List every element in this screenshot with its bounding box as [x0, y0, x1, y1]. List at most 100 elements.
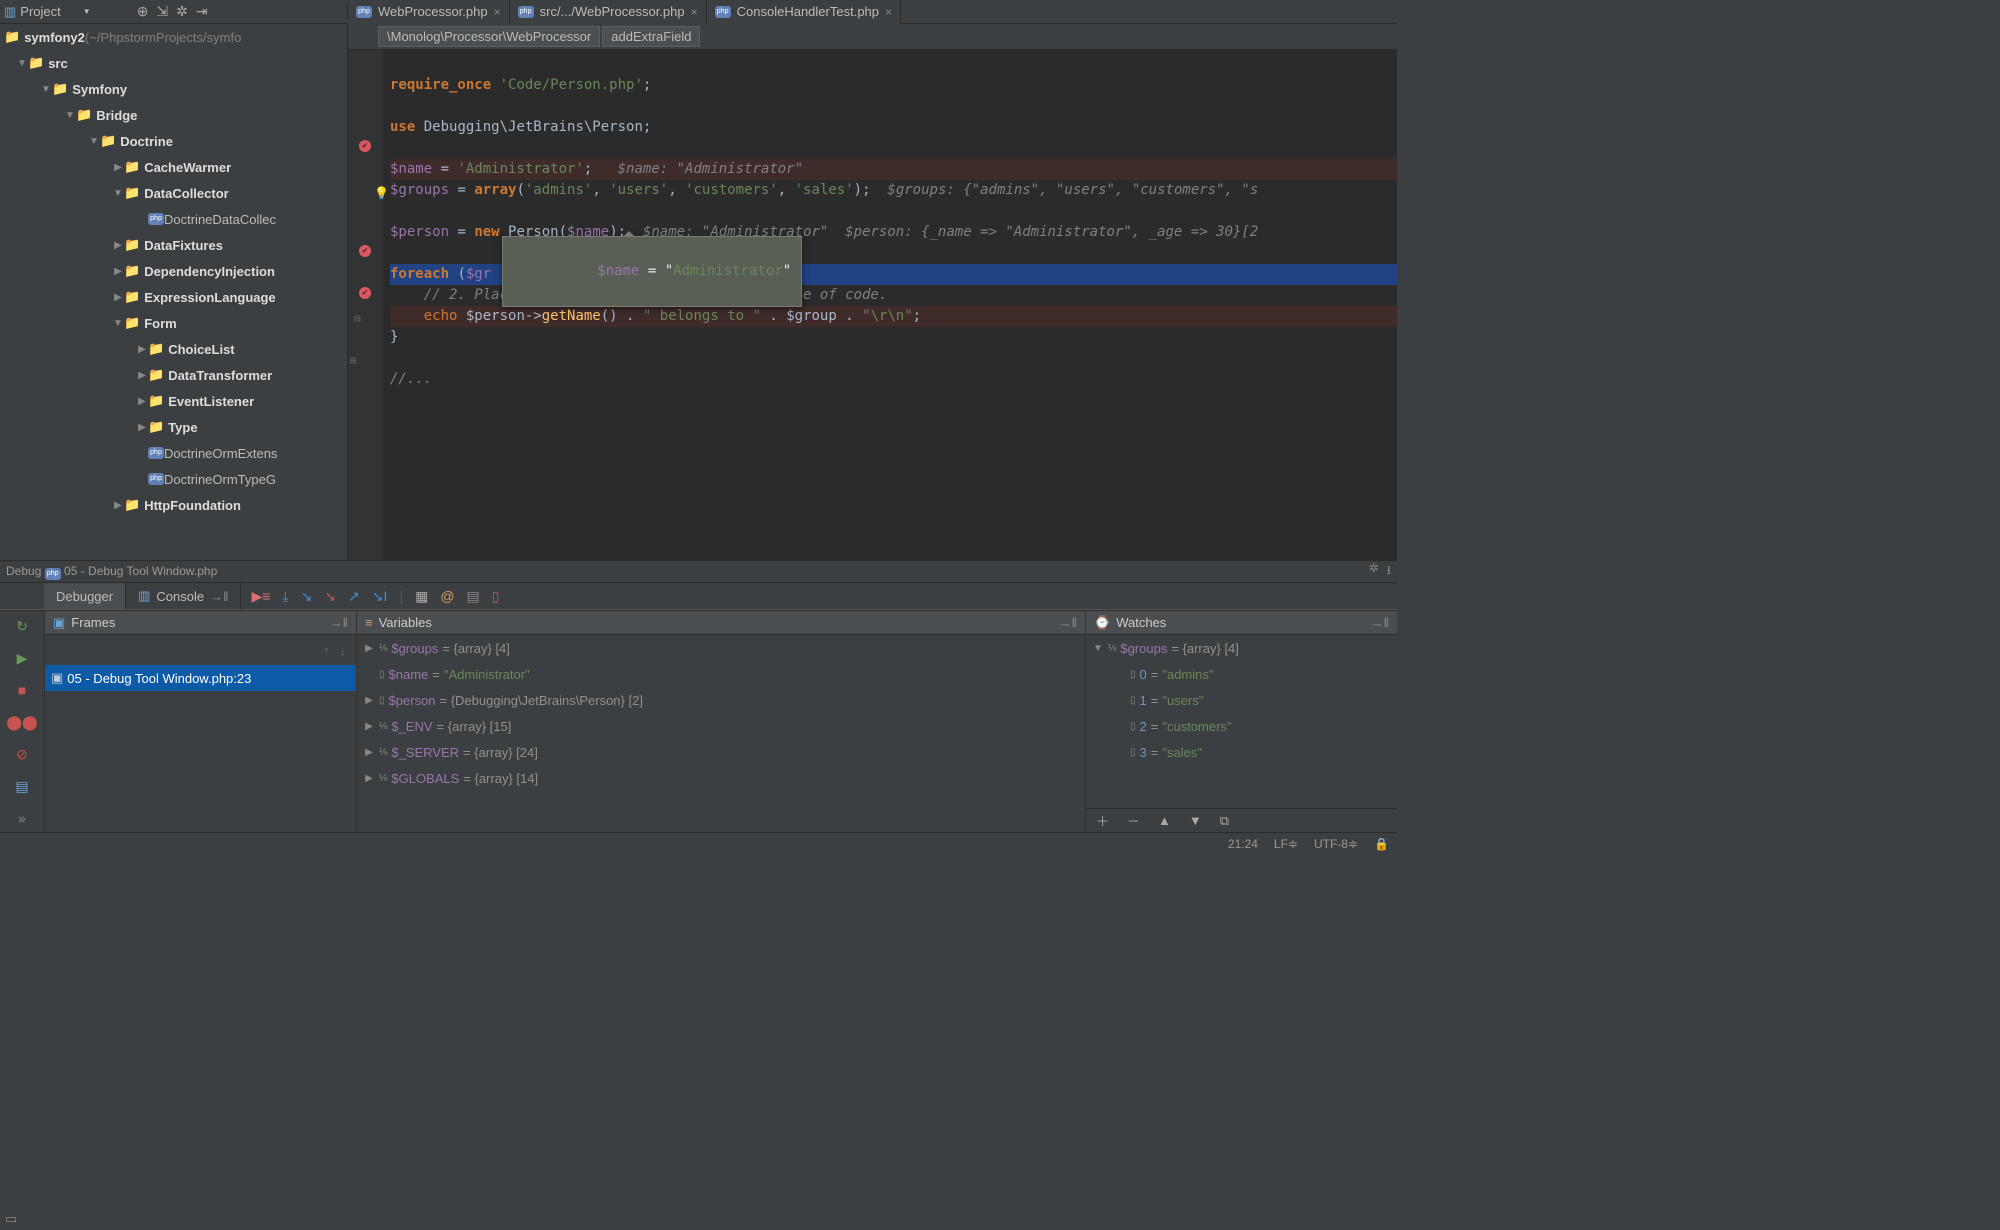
watch-item[interactable]: ▯ 0 = "admins" [1086, 661, 1397, 687]
tree-item[interactable]: php DoctrineOrmTypeG [0, 466, 347, 492]
layout-icon[interactable]: ▤ [13, 777, 31, 795]
project-tool-label[interactable]: ▥ Project ▼ [0, 4, 97, 20]
tree-arrow-icon[interactable]: ▶ [112, 292, 124, 303]
tree-arrow-icon[interactable]: ▶ [136, 422, 148, 433]
tree-item[interactable]: ▼📁 Doctrine [0, 128, 347, 154]
tree-item[interactable]: ▶📁 CacheWarmer [0, 154, 347, 180]
tree-item[interactable]: ▼📁 DataCollector [0, 180, 347, 206]
tree-arrow-icon[interactable]: ▼ [112, 318, 124, 329]
tree-arrow-icon[interactable]: ▼ [88, 136, 100, 147]
tree-item[interactable]: ▶📁 HttpFoundation [0, 492, 347, 518]
remove-icon[interactable]: － [1127, 811, 1140, 830]
tree-item[interactable]: php DoctrineDataCollec [0, 206, 347, 232]
expand-arrow-icon[interactable]: ▶ [363, 643, 375, 654]
step-out-icon[interactable]: ↗ [348, 588, 360, 605]
hide-icon[interactable]: ⇥ [196, 3, 208, 20]
expand-arrow-icon[interactable]: ▶ [363, 747, 375, 758]
watch-item[interactable]: ▯ 1 = "users" [1086, 687, 1397, 713]
tree-item[interactable]: ▶📁 ExpressionLanguage [0, 284, 347, 310]
tree-item[interactable]: php DoctrineOrmExtens [0, 440, 347, 466]
more-icon[interactable]: » [13, 809, 31, 827]
debugger-tab[interactable]: Debugger [44, 583, 126, 609]
up-icon[interactable]: ▲ [1158, 813, 1171, 828]
tree-item[interactable]: ▶📁 DataTransformer [0, 362, 347, 388]
hide-icon[interactable]: →‖ [1371, 615, 1389, 630]
add-icon[interactable]: ＋ [1096, 811, 1109, 830]
line-ending[interactable]: LF≑ [1274, 837, 1298, 851]
gear-icon[interactable]: ✲ [176, 3, 188, 20]
down-icon[interactable]: ▼ [1189, 813, 1202, 828]
breadcrumb-method[interactable]: addExtraField [602, 26, 700, 47]
breakpoint-icon[interactable] [359, 287, 371, 299]
sort-icon[interactable]: ▤ [467, 588, 480, 605]
tree-arrow-icon[interactable]: ▶ [136, 370, 148, 381]
variable-row[interactable]: ▶⅛ $GLOBALS = {array} [14] [357, 765, 1085, 791]
tree-item[interactable]: ▶📁 Type [0, 414, 347, 440]
tree-root[interactable]: 📁 symfony2 (~/PhpstormProjects/symfo [0, 24, 347, 50]
target-icon[interactable]: ⊕ [137, 3, 149, 20]
gutter[interactable]: 💡 ⊟ ⊞ [348, 50, 384, 560]
encoding[interactable]: UTF-8≑ [1314, 837, 1358, 851]
tree-arrow-icon[interactable]: ▼ [112, 188, 124, 199]
console-tab[interactable]: ▥ Console →‖ [126, 583, 241, 609]
close-icon[interactable]: × [691, 5, 698, 19]
evaluate-icon[interactable]: ▦ [415, 588, 428, 605]
cursor-position[interactable]: 21:24 [1228, 837, 1258, 851]
tab-webprocessor[interactable]: php WebProcessor.php × [348, 0, 510, 24]
tree-item[interactable]: ▼📁 Bridge [0, 102, 347, 128]
watch-row[interactable]: ▼⅛ $groups = {array} [4] [1086, 635, 1397, 661]
rerun-icon[interactable]: ↻ [13, 617, 31, 635]
gear-icon[interactable]: ✲ [1369, 561, 1379, 582]
copy-icon[interactable]: ▯ [492, 588, 500, 605]
arrow-up-icon[interactable]: ↑ [323, 643, 330, 658]
watch-icon[interactable]: @ [440, 588, 454, 604]
variable-row[interactable]: ▶⅛ $_SERVER = {array} [24] [357, 739, 1085, 765]
expand-arrow-icon[interactable]: ▶ [363, 773, 375, 784]
tree-item[interactable]: ▼📁 src [0, 50, 347, 76]
close-icon[interactable]: × [494, 5, 501, 19]
close-icon[interactable]: × [885, 5, 892, 19]
tree-item[interactable]: ▼📁 Symfony [0, 76, 347, 102]
tree-arrow-icon[interactable]: ▶ [136, 344, 148, 355]
tree-arrow-icon[interactable]: ▼ [64, 110, 76, 121]
breadcrumb-namespace[interactable]: \Monolog\Processor\WebProcessor [378, 26, 600, 47]
collapse-icon[interactable]: ⇲ [156, 3, 168, 20]
download-icon[interactable]: ⭳ [1387, 561, 1391, 582]
force-step-icon[interactable]: ↘ [324, 588, 336, 605]
hide-icon[interactable]: →‖ [1059, 615, 1077, 630]
tree-arrow-icon[interactable]: ▶ [112, 500, 124, 511]
tree-item[interactable]: ▼📁 Form [0, 310, 347, 336]
tree-arrow-icon[interactable]: ▼ [40, 84, 52, 95]
tree-arrow-icon[interactable]: ▶ [112, 240, 124, 251]
variable-row[interactable]: ▶⅛ $_ENV = {array} [15] [357, 713, 1085, 739]
lock-icon[interactable]: 🔒 [1374, 837, 1389, 851]
tool-window-icon[interactable]: ▭ [0, 1208, 22, 1230]
expand-arrow-icon[interactable]: ▶ [363, 695, 375, 706]
code-body[interactable]: require_once 'Code/Person.php'; use Debu… [384, 50, 1397, 560]
project-tree[interactable]: 📁 symfony2 (~/PhpstormProjects/symfo ▼📁 … [0, 24, 348, 560]
hide-icon[interactable]: →‖ [330, 615, 348, 630]
tree-item[interactable]: ▶📁 DependencyInjection [0, 258, 347, 284]
resume-icon[interactable]: ▶ [13, 649, 31, 667]
tree-item[interactable]: ▶📁 ChoiceList [0, 336, 347, 362]
fold-icon[interactable]: ⊟ [354, 308, 361, 329]
variable-row[interactable]: ▶⅛ $groups = {array} [4] [357, 635, 1085, 661]
show-exec-icon[interactable]: ▶≡ [251, 588, 270, 605]
variable-row[interactable]: ▯ $name = "Administrator" [357, 661, 1085, 687]
tree-arrow-icon[interactable]: ▶ [112, 266, 124, 277]
watch-item[interactable]: ▯ 2 = "customers" [1086, 713, 1397, 739]
mute-icon[interactable]: ⊘ [13, 745, 31, 763]
tree-arrow-icon[interactable]: ▶ [136, 396, 148, 407]
tree-arrow-icon[interactable]: ▶ [112, 162, 124, 173]
arrow-down-icon[interactable]: ↓ [340, 643, 347, 658]
breakpoint-icon[interactable] [359, 140, 371, 152]
expand-icon[interactable]: ⊞ [350, 350, 357, 371]
tab-consolehandlertest[interactable]: php ConsoleHandlerTest.php × [707, 0, 901, 24]
variable-row[interactable]: ▶▯ $person = {Debugging\JetBrains\Person… [357, 687, 1085, 713]
tree-item[interactable]: ▶📁 DataFixtures [0, 232, 347, 258]
chevron-down-icon[interactable]: ▼ [65, 7, 91, 16]
stack-frame[interactable]: ▣ 05 - Debug Tool Window.php:23 [45, 665, 356, 691]
breakpoints-icon[interactable]: ⬤⬤ [13, 713, 31, 731]
copy-icon[interactable]: ⧉ [1220, 813, 1229, 829]
expand-arrow-icon[interactable]: ▼ [1092, 643, 1104, 654]
